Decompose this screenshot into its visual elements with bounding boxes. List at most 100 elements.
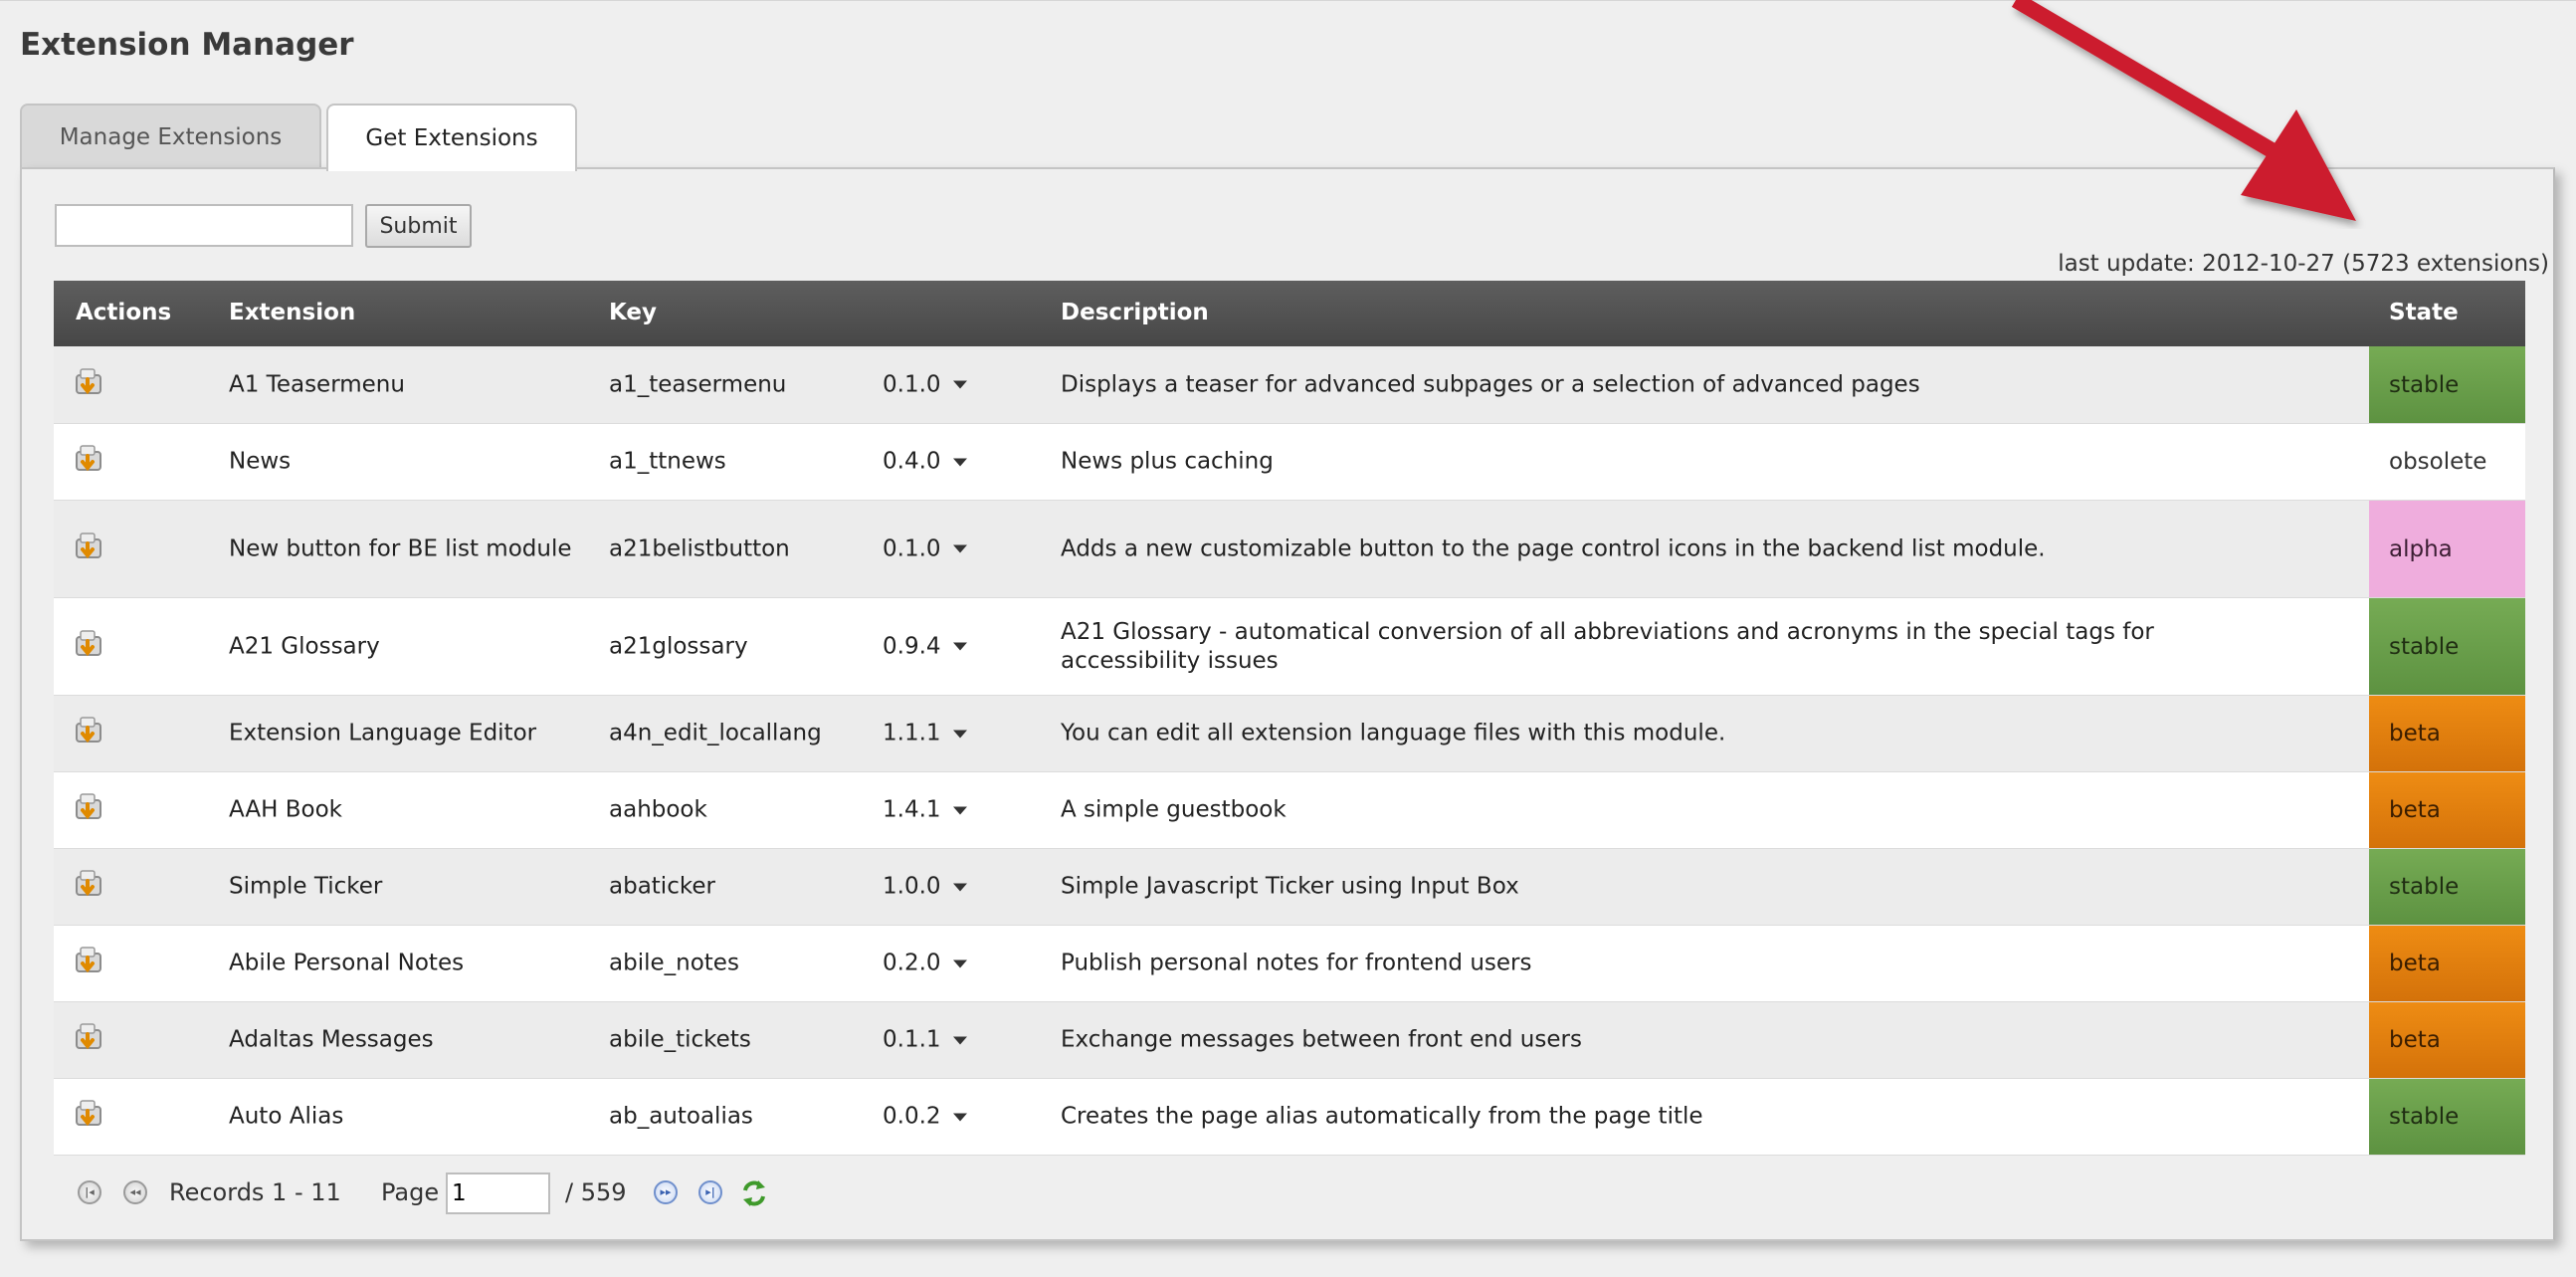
install-icon[interactable] xyxy=(72,1020,111,1060)
table-row[interactable]: Adaltas Messages abile_tickets 0.1.1 Exchan… xyxy=(54,1002,2525,1079)
table-row[interactable]: Simple Ticker abaticker 1.0.0 Simple Javasc… xyxy=(54,849,2525,926)
state-badge: beta xyxy=(2369,772,2525,848)
extension-name: A1 Teasermenu xyxy=(229,371,405,397)
extension-key: abaticker xyxy=(609,873,715,900)
version-select[interactable]: 0.1.0 xyxy=(883,534,967,563)
header-actions[interactable]: Actions xyxy=(76,300,171,325)
header-state[interactable]: State xyxy=(2389,300,2459,325)
chevron-down-icon[interactable] xyxy=(952,959,967,967)
version-value: 0.4.0 xyxy=(883,448,941,475)
refresh-icon[interactable] xyxy=(740,1178,768,1208)
version-value: 1.1.1 xyxy=(883,720,941,746)
version-select[interactable]: 1.4.1 xyxy=(883,796,967,825)
install-icon[interactable] xyxy=(72,365,111,405)
extension-description: Simple Javascript Ticker using Input Box xyxy=(1061,873,1519,900)
next-page-icon[interactable]: ▸▸ xyxy=(654,1180,678,1204)
state-badge: beta xyxy=(2369,926,2525,1001)
table-row[interactable]: Abile Personal Notes abile_notes 0.2.0 Publ… xyxy=(54,926,2525,1002)
install-icon[interactable] xyxy=(72,627,111,667)
table-row[interactable]: New button for BE list module a21belistbu… xyxy=(54,501,2525,598)
state-badge: obsolete xyxy=(2369,424,2525,500)
version-select[interactable]: 1.0.0 xyxy=(883,873,967,902)
chevron-down-icon[interactable] xyxy=(952,1036,967,1044)
chevron-down-icon[interactable] xyxy=(952,730,967,738)
extension-description: News plus caching xyxy=(1061,448,1274,475)
table-row[interactable]: Auto Alias ab_autoalias 0.0.2 Creates the p… xyxy=(54,1079,2525,1156)
version-select[interactable]: 0.1.1 xyxy=(883,1026,967,1055)
extensions-table: Actions Extension Key Description State … xyxy=(54,281,2525,1156)
chevron-down-icon[interactable] xyxy=(952,883,967,891)
chevron-down-icon[interactable] xyxy=(952,380,967,389)
chevron-down-icon[interactable] xyxy=(952,458,967,466)
version-value: 0.2.0 xyxy=(883,950,941,976)
chevron-down-icon[interactable] xyxy=(952,642,967,651)
extension-key: ab_autoalias xyxy=(609,1103,753,1130)
total-pages-label: / 559 xyxy=(565,1178,627,1206)
header-description[interactable]: Description xyxy=(1061,300,1209,325)
previous-page-icon[interactable]: ◂◂ xyxy=(123,1180,147,1204)
version-value: 1.4.1 xyxy=(883,796,941,823)
extension-name: Abile Personal Notes xyxy=(229,950,465,976)
extension-description: A simple guestbook xyxy=(1061,796,1287,823)
version-select[interactable]: 0.4.0 xyxy=(883,448,967,477)
page-number-input[interactable] xyxy=(446,1172,550,1214)
version-select[interactable]: 0.1.0 xyxy=(883,370,967,399)
state-badge: beta xyxy=(2369,696,2525,771)
pagination-bar: |◂ ◂◂ Records 1 - 11 Page / 559 ▸▸ ▸| xyxy=(52,1171,1246,1220)
install-icon[interactable] xyxy=(72,790,111,830)
state-badge: beta xyxy=(2369,1002,2525,1078)
tab-manage-extensions[interactable]: Manage Extensions xyxy=(20,104,321,169)
extension-key: aahbook xyxy=(609,796,707,823)
extension-name: A21 Glossary xyxy=(229,633,380,659)
install-icon[interactable] xyxy=(72,530,111,569)
page-label: Page xyxy=(381,1178,440,1206)
install-icon[interactable] xyxy=(72,1097,111,1137)
version-value: 1.0.0 xyxy=(883,873,941,900)
search-input[interactable] xyxy=(55,204,353,247)
extension-name: Adaltas Messages xyxy=(229,1026,434,1053)
version-select[interactable]: 0.0.2 xyxy=(883,1103,967,1132)
get-extensions-panel: Submit last update: 2012-10-27 (5723 ext… xyxy=(20,167,2555,1241)
extension-key: a21glossary xyxy=(609,633,748,659)
extension-description: Displays a teaser for advanced subpages … xyxy=(1061,371,1920,397)
version-value: 0.0.2 xyxy=(883,1103,941,1130)
first-page-icon[interactable]: |◂ xyxy=(78,1180,101,1204)
table-row[interactable]: A21 Glossary a21glossary 0.9.4 A21 Glossary… xyxy=(54,598,2525,696)
tab-get-extensions[interactable]: Get Extensions xyxy=(326,104,577,171)
extension-description: Publish personal notes for frontend user… xyxy=(1061,950,1532,976)
chevron-down-icon[interactable] xyxy=(952,806,967,814)
records-label: Records 1 - 11 xyxy=(169,1178,341,1206)
version-value: 0.1.1 xyxy=(883,1026,941,1053)
version-value: 0.1.0 xyxy=(883,371,941,397)
extension-description: You can edit all extension language file… xyxy=(1061,720,1726,746)
extension-description: Creates the page alias automatically fro… xyxy=(1061,1103,1703,1130)
table-row[interactable]: Extension Language Editor a4n_edit_locall… xyxy=(54,696,2525,772)
extension-key: a4n_edit_locallang xyxy=(609,720,822,746)
last-page-icon[interactable]: ▸| xyxy=(698,1180,722,1204)
chevron-down-icon[interactable] xyxy=(952,544,967,553)
state-badge: stable xyxy=(2369,849,2525,925)
submit-button[interactable]: Submit xyxy=(365,204,472,248)
version-select[interactable]: 0.2.0 xyxy=(883,950,967,978)
extension-name: Extension Language Editor xyxy=(229,720,537,746)
header-extension[interactable]: Extension xyxy=(229,300,355,325)
extension-key: abile_notes xyxy=(609,950,739,976)
extension-name: Simple Ticker xyxy=(229,873,383,900)
version-select[interactable]: 0.9.4 xyxy=(883,632,967,661)
install-icon[interactable] xyxy=(72,944,111,983)
annotation-arrow-icon xyxy=(2011,0,2356,221)
state-badge: stable xyxy=(2369,1079,2525,1155)
version-select[interactable]: 1.1.1 xyxy=(883,720,967,748)
install-icon[interactable] xyxy=(72,442,111,482)
header-key[interactable]: Key xyxy=(609,300,657,325)
install-icon[interactable] xyxy=(72,867,111,907)
state-badge: stable xyxy=(2369,346,2525,423)
table-row[interactable]: News a1_ttnews 0.4.0 News plus caching obsol… xyxy=(54,424,2525,501)
extension-key: a1_teasermenu xyxy=(609,371,787,397)
table-row[interactable]: AAH Book aahbook 1.4.1 A simple guestbook be… xyxy=(54,772,2525,849)
extension-name: AAH Book xyxy=(229,796,342,823)
install-icon[interactable] xyxy=(72,714,111,753)
table-header: Actions Extension Key Description State xyxy=(54,281,2525,346)
table-row[interactable]: A1 Teasermenu a1_teasermenu 0.1.0 Displays … xyxy=(54,346,2525,424)
chevron-down-icon[interactable] xyxy=(952,1113,967,1121)
